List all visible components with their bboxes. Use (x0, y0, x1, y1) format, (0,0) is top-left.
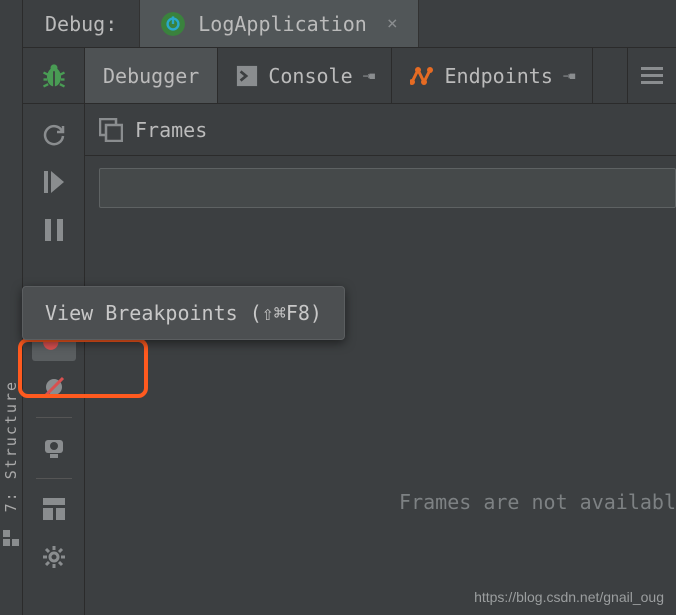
frames-header: Frames (85, 104, 676, 156)
frames-empty-text: Frames are not availabl (85, 208, 676, 615)
detach-icon[interactable]: →▪ (563, 68, 574, 84)
frames-title: Frames (135, 118, 207, 142)
resume-button[interactable] (32, 160, 76, 204)
get-thread-dump-button[interactable] (32, 426, 76, 470)
debug-tool-tab-strip: Debug: LogApplication × (23, 0, 676, 48)
debug-vertical-toolbar (23, 104, 85, 615)
run-config-tab[interactable]: LogApplication × (140, 0, 418, 47)
watermark-text: https://blog.csdn.net/gnail_oug (474, 589, 664, 605)
debug-title: Debug: (23, 0, 140, 47)
frames-thread-selector[interactable] (99, 168, 676, 208)
frames-panel: Frames Frames are not availabl (85, 104, 676, 615)
pause-button[interactable] (32, 208, 76, 252)
tab-endpoints[interactable]: Endpoints →▪ (392, 48, 592, 103)
tab-endpoints-label: Endpoints (444, 64, 552, 88)
close-icon[interactable]: × (379, 13, 398, 34)
bug-icon[interactable] (23, 48, 85, 103)
tab-console[interactable]: Console →▪ (218, 48, 392, 103)
rerun-button[interactable] (32, 112, 76, 156)
ide-left-gutter: 7: Structure (0, 0, 22, 615)
tab-debugger-label: Debugger (103, 64, 199, 88)
spring-boot-icon (160, 11, 186, 37)
frames-icon (99, 118, 123, 142)
structure-icon[interactable] (3, 530, 19, 546)
run-config-label: LogApplication (198, 12, 367, 36)
console-icon (236, 65, 258, 87)
debug-title-text: Debug: (45, 12, 117, 36)
detach-icon[interactable]: →▪ (363, 68, 374, 84)
mute-breakpoints-button[interactable] (32, 365, 76, 409)
tooltip-view-breakpoints: View Breakpoints (⇧⌘F8) (22, 286, 345, 340)
structure-tool-label[interactable]: 7: Structure (2, 380, 20, 512)
endpoints-icon (410, 64, 434, 88)
debug-sub-tabs: Debugger Console →▪ Endpoints →▪ (23, 48, 676, 104)
tab-debugger[interactable]: Debugger (85, 48, 218, 103)
settings-button[interactable] (32, 535, 76, 579)
layout-settings-button[interactable] (32, 487, 76, 531)
tab-console-label: Console (268, 64, 352, 88)
menu-icon[interactable] (628, 48, 676, 103)
